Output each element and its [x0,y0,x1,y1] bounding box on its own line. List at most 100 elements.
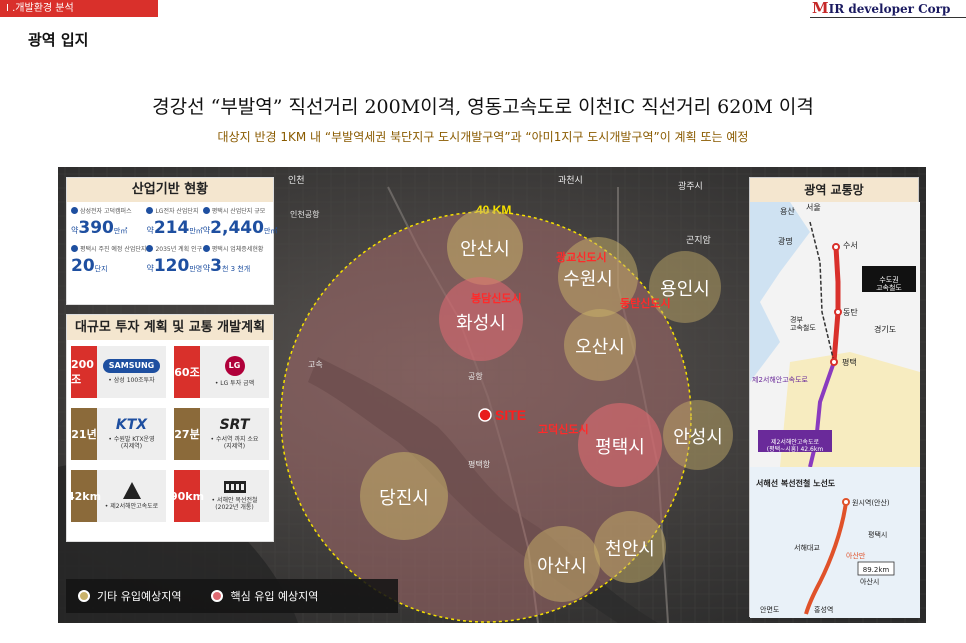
investment-item: 42km • 제2서해안고속도로 [67,470,166,522]
expressway-callout-text: 제2서해안고속도로 (평택~시흥) 42.6km [767,438,824,453]
core-zone-pyeongtaek: 평택시 [578,403,662,487]
stat-unit: 천 3 천개 [222,265,251,273]
place-label: 서해대교 [794,543,820,552]
other-zone-dangjin: 당진시 [360,452,448,540]
station-dot [830,358,838,366]
place-label: 곤지암 [686,234,711,246]
investment-panel-title: 대규모 투자 계획 및 교통 개발계획 [67,315,273,340]
high-speed-callout-text: 수도권 고속철도 [876,276,902,292]
railway-icon [223,480,246,493]
stat-caption: LG전자 산업단지 [155,208,199,215]
investment-text: • LG 투자 금액 [214,380,255,388]
city-label: 수원시 [563,269,613,290]
section-tag: Ⅰ .개발환경 분석 [0,0,158,17]
industry-stats: 삼성전자 고덕캠퍼스 약390만㎡ LG전자 산업단지 약214만㎡ 평택시 산… [67,202,277,276]
industry-stat: 평택시 주진 예정 산업단지 20단지 [71,244,146,276]
place-label: 원시역(안산) [852,498,890,507]
investment-badge: 42km [67,470,101,522]
stat-icon [71,207,78,214]
station-dot [834,308,842,316]
brand-divider [810,17,966,18]
stat-unit: 만㎡ [263,227,278,235]
newtown-label: 고덕신도시 [538,422,589,436]
transport-map: 용산 서울 수서 광명 동탄 평택 경기도 경부 고속철도 제2서해안고속도로 수… [750,202,920,618]
investment-badge: 200조 [71,346,97,398]
city-label: 아산시 [537,556,587,577]
stat-value: 120 [153,256,190,276]
investment-item: 60조 LG • LG 투자 금액 [174,346,269,398]
place-label: 인천공항 [290,209,320,219]
investment-text: • 수서역 까지 소요 (지제역) [210,435,259,450]
station-dot [842,498,850,506]
place-label: 광주시 [678,180,703,192]
investment-badge: 90km [170,470,204,522]
place-label: 과천시 [558,175,583,186]
city-label: 당진시 [379,488,429,509]
investment-items: 200조 SAMSUNG • 삼성 100조투자 60조 LG • LG 투자 금액… [67,340,273,528]
site-marker: SITE [478,407,526,423]
legend-core: 핵심 유입 예상지역 [211,588,318,604]
investment-panel: 대규모 투자 계획 및 교통 개발계획 200조 SAMSUNG • 삼성 100… [66,314,274,542]
investment-text: • 제2서해안고속도로 [104,502,159,510]
place-label: 인천 [288,175,305,186]
industry-stat: 평택시 산업단지 규모 약2,440만㎡ [202,206,278,238]
page-subtitle: 광역 입지 [28,31,89,49]
other-zone-osan: 오산시 [564,309,636,381]
legend-core-label: 핵심 유입 예상지역 [230,590,319,603]
industry-stat: 평택시 업체증세현황 약3천 3 천개 [202,244,278,276]
place-label: 아산만 [846,551,866,560]
industry-stat: LG전자 산업단지 약214만㎡ [146,206,203,238]
industry-stat: 2035년 계획 인구 약120만명 [146,244,202,276]
stat-caption: 평택시 산업단지 규모 [211,208,266,215]
regional-map: 40 KM 안산시 수원시 용인시 화성시 오산시 안성시 평택시 당진시 천안… [58,167,926,623]
investment-item: 200조 SAMSUNG • 삼성 100조투자 [71,346,166,398]
stat-value: 3 [210,256,222,276]
other-zone-asan: 아산시 [524,526,600,602]
place-label: 홍성역 [814,605,833,614]
stat-unit: 만㎡ [113,227,128,235]
other-zone-swatch [78,590,90,602]
stat-icon [202,207,210,214]
stat-prefix: 약 [146,264,154,273]
site-label: SITE [495,407,526,423]
brand-logo: MIR developer Corp [812,0,966,17]
road-icon [122,481,141,499]
industry-panel-title: 산업기반 현황 [67,178,273,202]
place-label: 평택시 [868,530,887,539]
newtown-label: 봉담신도시 [471,291,522,305]
distance-label: 89.2km [863,566,890,574]
place-label: 평택항 [468,459,491,469]
stat-caption: 삼성전자 고덕캠퍼스 [80,208,132,215]
subheadline: 대상지 반경 1KM 내 “부발역세권 북단지구 도시개발구역”과 “아미1지구… [217,130,749,144]
headline: 경강선 “부발역” 직선거리 200M이격, 영동고속도로 이천IC 직선거리 … [152,96,814,118]
investment-text: • 수원발 KTX운영 (지제역) [108,435,155,450]
stat-icon [146,207,154,214]
stat-unit: 만명 [189,265,203,273]
place-label: 동탄 [843,307,858,317]
investment-item: 90km • 서해안 복선전철 (2022년 개통) [170,470,269,522]
srt-logo: SRT [219,416,250,433]
brand-text: IR developer Corp [828,2,951,16]
stat-caption: 평택시 업체증세현황 [211,246,264,253]
place-label: 광명 [778,236,793,246]
city-label: 평택시 [595,437,645,458]
core-zone-swatch [211,590,224,602]
stat-icon [146,245,154,252]
industry-panel: 산업기반 현황 삼성전자 고덕캠퍼스 약390만㎡ LG전자 산업단지 약214… [66,177,277,305]
place-label: 용산 [780,206,795,216]
place-label: 고속 [308,360,323,369]
city-label: 화성시 [456,313,506,334]
place-label: 수서 [843,241,858,250]
stat-value: 390 [78,218,114,238]
ktx-logo: KTX [115,416,148,433]
investment-badge: 60조 [174,346,200,398]
lg-logo: LG [224,356,245,377]
other-zone-anseong: 안성시 [663,400,733,470]
stat-icon [202,245,210,252]
investment-text: • 삼성 100조투자 [108,377,155,385]
place-label: 아산시 [860,577,879,586]
investment-text: • 서해안 복선전철 (2022년 개통) [211,496,258,511]
newtown-label: 광교신도시 [556,250,607,264]
city-label: 안성시 [673,427,723,448]
place-label: 평택 [842,357,857,367]
